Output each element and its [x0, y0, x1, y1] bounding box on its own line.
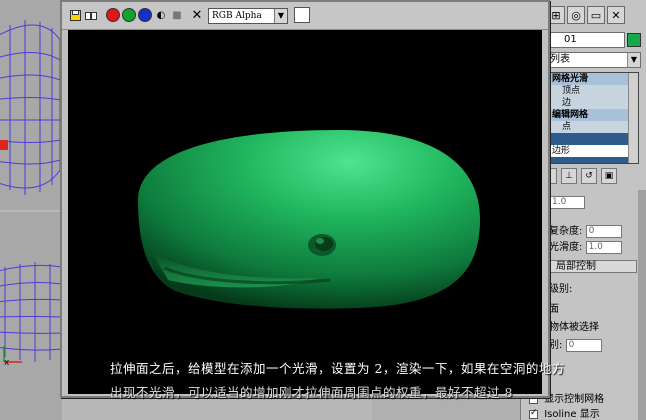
weight-row: 别: 0 [549, 336, 602, 352]
mono-icon[interactable]: ◐ [154, 8, 168, 22]
bottom-strip [372, 398, 520, 420]
channel-select[interactable]: RGB Alpha ▼ [208, 8, 288, 24]
modifier-list-dropdown[interactable]: 列表 ▼ [541, 52, 641, 68]
weight-spinner[interactable]: 0 [565, 338, 602, 352]
viewport-top[interactable] [0, 0, 62, 210]
chevron-down-icon: ▼ [627, 53, 640, 67]
smoothness-row: 光滑度: 1.0 [549, 238, 622, 254]
stack-spacer [544, 133, 638, 145]
object-color-swatch[interactable] [627, 33, 641, 47]
stack-item[interactable]: 顶点 [544, 85, 638, 97]
iterations-spinner[interactable]: 1.0 [549, 196, 585, 209]
chevron-down-icon: ▼ [274, 9, 287, 23]
show-end-result-icon[interactable]: ⊥ [561, 168, 577, 184]
weight-label: 别: [549, 340, 563, 351]
local-control-rollout[interactable]: 局部控制 [547, 260, 637, 273]
model-hole-highlight [316, 238, 324, 244]
complexity-row: 复杂度: 0 [549, 222, 622, 238]
close-icon[interactable]: ✕ [190, 8, 204, 23]
object-selection-row: 物体被选择 [549, 318, 599, 333]
configure-sets-icon[interactable]: ▣ [601, 168, 617, 184]
modifier-stack[interactable]: 网格光滑 顶点 边 编辑网格 点 边形 [543, 72, 639, 164]
stack-item[interactable]: 边 [544, 97, 638, 109]
stack-scrollbar[interactable] [628, 73, 638, 163]
viewport-bottom[interactable]: x [0, 212, 62, 420]
object-name-field[interactable]: 01 [541, 32, 625, 48]
make-unique-icon[interactable]: ↺ [581, 168, 597, 184]
object-selection-label: 物体被选择 [549, 322, 599, 333]
rendered-frame-window: ◐ ■ ✕ RGB Alpha ▼ [60, 0, 550, 398]
motion-tab-icon[interactable]: ◎ [567, 6, 585, 24]
isoline-checkbox[interactable] [529, 408, 538, 419]
level-row: 级别: [549, 280, 572, 295]
isoline-row[interactable]: Isoline 显示 [529, 405, 600, 420]
smoothness-label: 光滑度: [549, 242, 583, 253]
complexity-spinner[interactable]: 0 [585, 224, 622, 238]
axis-x-label: x [4, 358, 10, 368]
command-panel-scrollbar[interactable] [638, 190, 646, 420]
stack-item[interactable]: 边形 [544, 145, 638, 157]
utilities-tab-icon[interactable]: ✕ [607, 6, 625, 24]
isoline-label: Isoline 显示 [544, 409, 600, 420]
faces-label: 面 [549, 304, 559, 315]
color-swatch-box[interactable] [294, 7, 310, 23]
channel-select-value: RGB Alpha [212, 11, 262, 21]
stack-item[interactable]: 编辑网格 [544, 109, 638, 121]
blue-channel-icon[interactable] [138, 8, 152, 22]
wireframe-top [0, 20, 60, 195]
save-icon[interactable] [68, 8, 82, 22]
complexity-label: 复杂度: [549, 226, 583, 237]
copy-icon[interactable] [84, 8, 98, 22]
stack-item[interactable]: 点 [544, 121, 638, 133]
command-panel-tabs: ⊞ ◎ ▭ ✕ [547, 6, 625, 28]
render-canvas [68, 30, 542, 394]
frame-window-toolbar: ◐ ■ ✕ RGB Alpha ▼ [62, 2, 548, 30]
modifier-list-label: 列表 [550, 54, 570, 65]
subtitle-line-1: 拉伸面之后，给模型在添加一个光滑，设置为 2，渲染一下，如果在空洞的地方 [110, 361, 565, 376]
subtitle-line-2: 出现不光滑，可以适当的增加刚才拉伸面周围点的权重，最好不超过 8 [110, 385, 513, 400]
green-channel-icon[interactable] [122, 8, 136, 22]
iterations-row: 1.0 [549, 196, 585, 209]
stack-item[interactable]: 网格光滑 [544, 73, 638, 85]
stack-tools: ▌ ⊥ ↺ ▣ [541, 168, 641, 186]
level-label: 级别: [549, 284, 573, 295]
red-channel-icon[interactable] [106, 8, 120, 22]
smoothness-spinner[interactable]: 1.0 [585, 240, 622, 254]
wireframe-bottom [0, 262, 62, 363]
clear-icon[interactable]: ■ [170, 8, 184, 22]
display-tab-icon[interactable]: ▭ [587, 6, 605, 24]
faces-row: 面 [549, 300, 559, 315]
rendered-model [138, 130, 480, 309]
